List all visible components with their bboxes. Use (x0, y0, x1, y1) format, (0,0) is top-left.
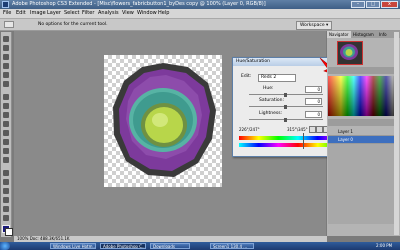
layer-row-layer0[interactable]: Layer 0 (328, 136, 399, 144)
menu-image[interactable]: Image (30, 9, 46, 18)
hue-value-field[interactable]: 0 (305, 86, 322, 93)
type-tool-icon[interactable] (3, 179, 9, 185)
layer-row-layer1[interactable]: Layer 1 (328, 128, 399, 136)
lightness-label: Lightness: (259, 111, 283, 116)
menu-help[interactable]: Help (158, 9, 169, 18)
menu-view[interactable]: View (122, 9, 134, 18)
edit-label: Edit: (241, 74, 252, 79)
zoom-tool-icon[interactable] (3, 215, 9, 221)
slice-tool-icon[interactable] (3, 81, 9, 87)
workspace-menu[interactable]: Workspace ▾ (296, 21, 333, 30)
saturation-value-field[interactable]: 0 (305, 98, 322, 105)
menu-bar: File Edit Image Layer Select Filter Anal… (0, 9, 400, 19)
pen-tool-icon[interactable] (3, 170, 9, 176)
gradient-tool-icon[interactable] (3, 139, 9, 145)
window-title-bar: Adobe Photoshop CS3 Extended - [Misc\flo… (0, 0, 400, 9)
eraser-tool-icon[interactable] (3, 130, 9, 136)
fabric-button-image (113, 63, 216, 177)
hue-label: Hue: (263, 86, 274, 91)
window-title: Adobe Photoshop CS3 Extended - [Misc\flo… (12, 1, 266, 7)
panel-scrollbar[interactable] (394, 32, 399, 235)
crop-tool-icon[interactable] (3, 72, 9, 78)
swatches-shade (328, 76, 399, 116)
hand-tool-icon[interactable] (3, 206, 9, 212)
taskbar-clock: 2:00 PM (376, 243, 393, 248)
right-panel-dock: Navigator Histogram Info Layer 1 Layer 0 (327, 31, 400, 236)
lightness-slider-thumb[interactable] (284, 118, 287, 122)
eyedropper-icon[interactable] (309, 126, 316, 133)
start-button[interactable] (0, 242, 10, 250)
marquee-tool-icon[interactable] (3, 45, 9, 51)
menu-edit[interactable]: Edit (16, 9, 26, 18)
saturation-slider-thumb[interactable] (284, 105, 287, 109)
menu-window[interactable]: Window (137, 9, 157, 18)
blur-tool-icon[interactable] (3, 148, 9, 154)
layers-list-area (328, 144, 399, 224)
color-panel-header (328, 67, 399, 74)
history-brush-tool-icon[interactable] (3, 121, 9, 127)
taskbar-item-hotmail[interactable]: Windows Live Hotm... (50, 243, 96, 249)
lasso-tool-icon[interactable] (3, 54, 9, 60)
edit-channel-select[interactable]: Reds 2 (258, 74, 296, 82)
navigator-tabs: Navigator Histogram Info (327, 31, 400, 38)
options-bar: No options for the current tool. Workspa… (0, 19, 400, 31)
tab-histogram[interactable]: Histogram (351, 31, 376, 38)
close-button[interactable]: x (381, 1, 398, 8)
healing-brush-tool-icon[interactable] (3, 94, 9, 100)
edit-channel-value: Reds 2 (261, 75, 277, 80)
menu-select[interactable]: Select (64, 9, 79, 18)
dodge-tool-icon[interactable] (3, 157, 9, 163)
range-left-readout: 226°/247° (239, 127, 260, 132)
maximize-button[interactable]: □ (366, 1, 380, 8)
minimize-button[interactable]: – (351, 1, 365, 8)
brush-tool-icon[interactable] (3, 103, 9, 109)
shape-tool-icon[interactable] (3, 197, 9, 203)
range-right-readout: 315°\345° (287, 127, 308, 132)
taskbar-item-downloads[interactable]: Downloads (150, 243, 190, 249)
menu-analysis[interactable]: Analysis (98, 9, 119, 18)
navigator-preview[interactable] (337, 41, 363, 65)
options-message: No options for the current tool. (38, 22, 108, 27)
lightness-value-field[interactable]: 0 (305, 111, 322, 118)
navigator-thumbnail-image (340, 44, 358, 60)
background-color-swatch[interactable] (5, 228, 13, 236)
photoshop-logo-icon (2, 1, 9, 8)
hue-slider-thumb[interactable] (284, 93, 287, 97)
windows-taskbar: Windows Live Hotm... Adobe Photoshop C..… (0, 242, 400, 250)
saturation-label: Saturation: (259, 98, 284, 103)
menu-file[interactable]: File (3, 9, 11, 18)
tab-navigator[interactable]: Navigator (327, 31, 351, 38)
layers-panel-header (328, 119, 399, 126)
tab-info[interactable]: Info (377, 31, 389, 38)
move-tool-icon[interactable] (3, 36, 9, 42)
current-tool-icon[interactable] (4, 21, 14, 28)
toolbox (1, 32, 13, 237)
menu-filter[interactable]: Filter (82, 9, 94, 18)
menu-layer[interactable]: Layer (47, 9, 61, 18)
clone-stamp-tool-icon[interactable] (3, 112, 9, 118)
eyedropper-plus-icon[interactable] (316, 126, 323, 133)
range-marker-left[interactable] (303, 133, 304, 149)
path-selection-tool-icon[interactable] (3, 188, 9, 194)
magic-wand-tool-icon[interactable] (3, 63, 9, 69)
taskbar-item-photoshop[interactable]: Adobe Photoshop C... (100, 243, 146, 249)
taskbar-item-screen[interactable]: Screen1 130.4 ... (210, 243, 254, 249)
